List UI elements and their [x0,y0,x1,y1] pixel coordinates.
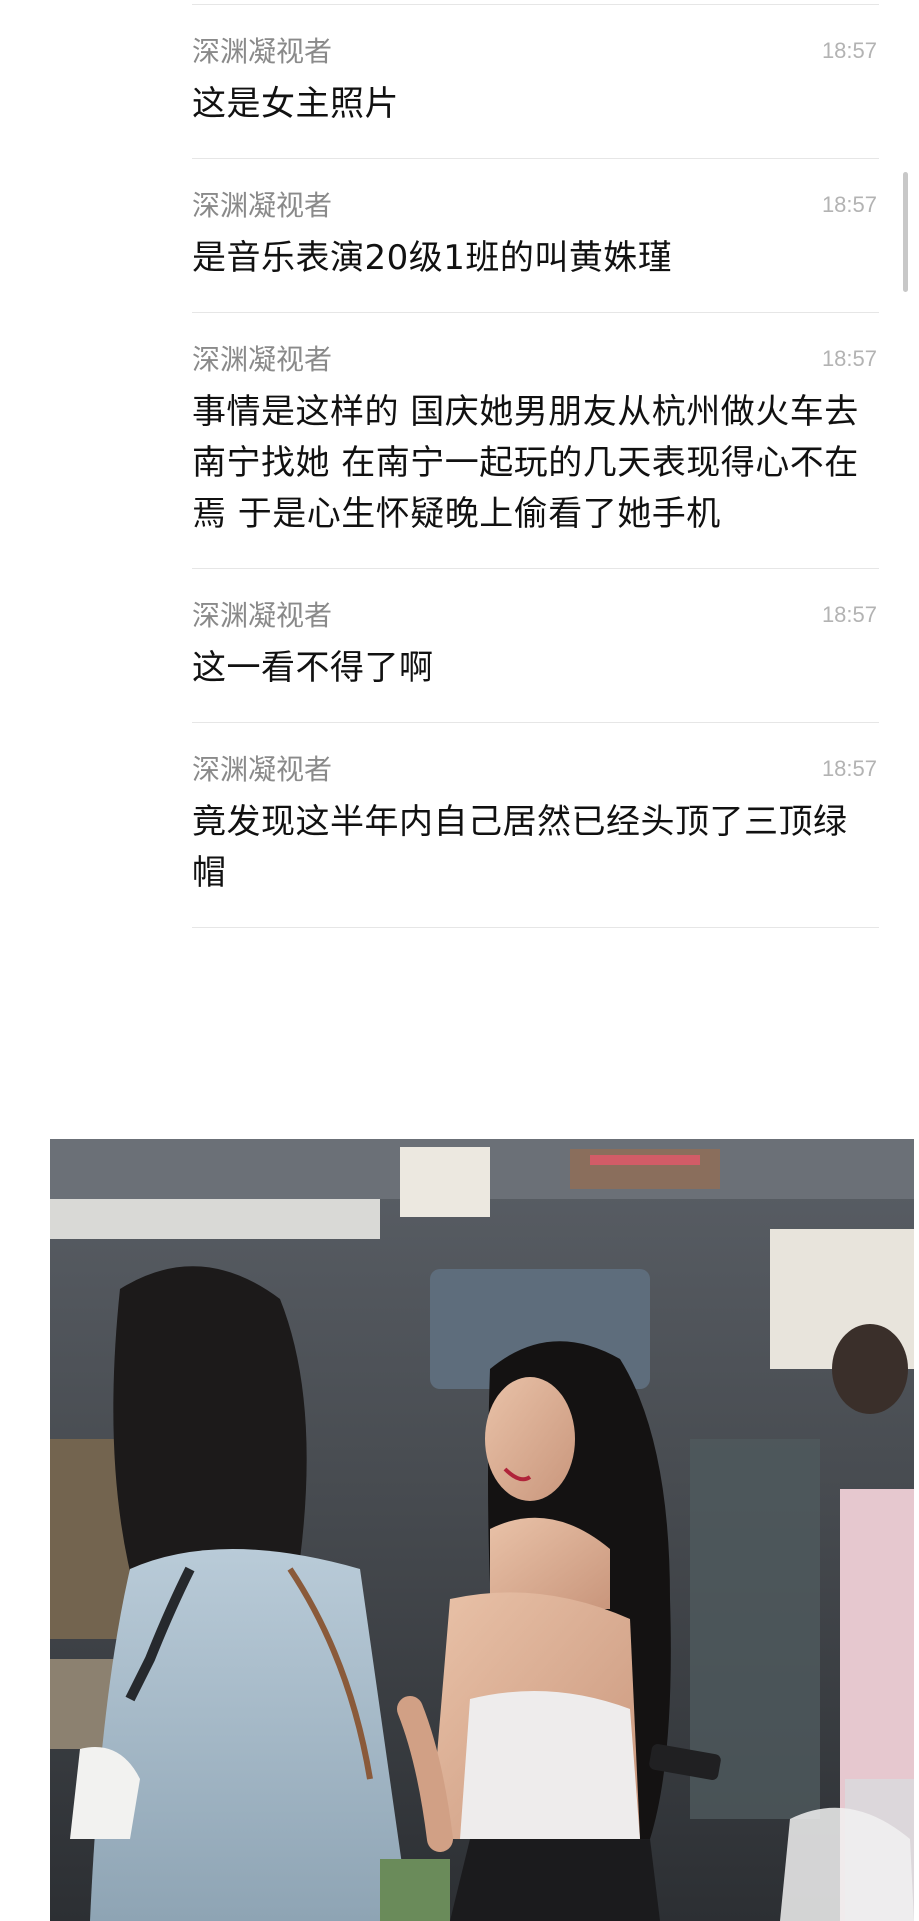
message-text: 这一看不得了啊 [192,648,434,688]
message-item[interactable]: 深渊凝视者 18:57 事情是这样的 国庆她男朋友从杭州做火车去南宁找她 在南宁… [192,313,879,569]
attached-photo[interactable] [50,1139,914,1921]
sender-name[interactable]: 深渊凝视者 [192,599,879,633]
sender-name[interactable]: 深渊凝视者 [192,189,879,223]
sender-name[interactable]: 深渊凝视者 [192,35,879,69]
message-item[interactable]: 深渊凝视者 18:57 这一看不得了啊 [192,569,879,723]
message-item[interactable]: 深渊凝视者 18:57 这是女主照片 [192,5,879,159]
sender-name[interactable]: 深渊凝视者 [192,343,879,377]
message-text: 是音乐表演20级1班的叫黄姝瑾 [192,238,673,278]
timestamp: 18:57 [821,756,877,781]
message-list[interactable]: 深渊凝视者 18:57 这是女主照片 深渊凝视者 18:57 是音乐表演20级1… [192,5,879,928]
message-text: 事情是这样的 国庆她男朋友从杭州做火车去南宁找她 在南宁一起玩的几天表现得心不在… [192,392,859,534]
message-item[interactable]: 深渊凝视者 18:57 竟发现这半年内自己居然已经头顶了三顶绿帽 [192,723,879,928]
timestamp: 18:57 [821,602,877,627]
message-text: 竟发现这半年内自己居然已经头顶了三顶绿帽 [192,802,848,893]
photo-illustration [50,1139,914,1921]
timestamp: 18:57 [821,192,877,217]
timestamp: 18:57 [821,38,877,63]
scrollbar-thumb[interactable] [903,172,908,292]
timestamp: 18:57 [821,346,877,371]
message-text: 这是女主照片 [192,84,399,124]
sender-name[interactable]: 深渊凝视者 [192,753,879,787]
message-item[interactable]: 深渊凝视者 18:57 是音乐表演20级1班的叫黄姝瑾 [192,159,879,313]
